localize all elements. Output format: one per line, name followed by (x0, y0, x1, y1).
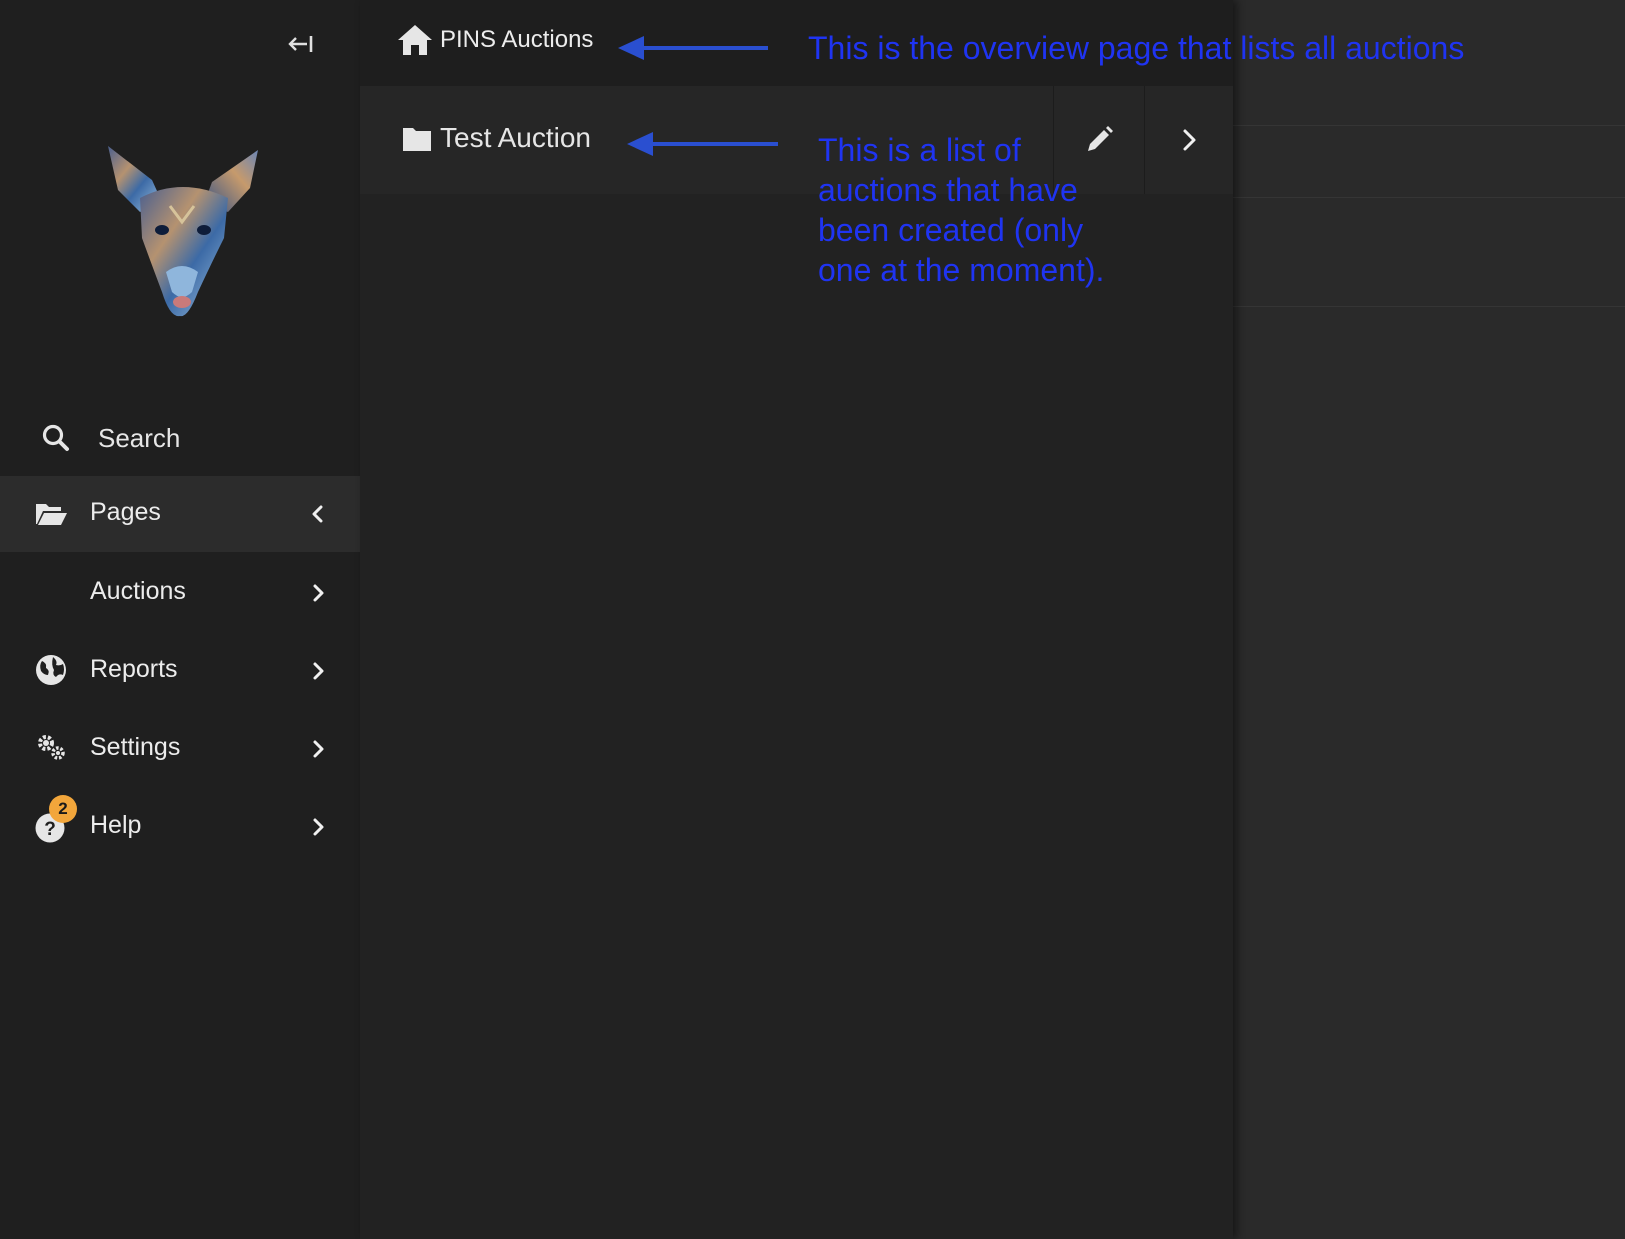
sidebar-item-label: Help (90, 811, 142, 839)
background-divider (1233, 125, 1625, 126)
annotation-arrow (627, 132, 778, 156)
sidebar-item-label: Reports (90, 655, 178, 683)
home-icon[interactable] (396, 22, 434, 58)
page-title[interactable]: PINS Auctions (440, 26, 593, 54)
annotation-arrow (618, 36, 768, 60)
collapse-sidebar-button[interactable] (280, 26, 320, 62)
folder-open-icon (36, 504, 67, 525)
gears-icon (38, 735, 65, 760)
sidebar-item-label: Settings (90, 733, 181, 761)
chevron-right-icon (313, 818, 324, 836)
background-divider (1233, 197, 1625, 198)
search-button[interactable]: Search (0, 400, 360, 476)
search-label: Search (98, 423, 181, 453)
auction-name[interactable]: Test Auction (440, 122, 591, 154)
collapse-left-icon (288, 36, 313, 52)
svg-text:?: ? (44, 819, 56, 840)
chevron-right-icon (313, 662, 324, 680)
annotation-overview: This is the overview page that lists all… (808, 30, 1465, 66)
dog-logo (108, 146, 258, 317)
background-divider (1233, 306, 1625, 307)
sidebar-item-label: Pages (90, 498, 161, 526)
folder-icon (403, 128, 431, 151)
sidebar-item-label: Auctions (90, 577, 186, 605)
help-notification-badge: 2 (49, 795, 77, 823)
open-auction-button[interactable] (1144, 86, 1233, 194)
app-root: Search Pages Auctions Reports Settings ?… (0, 0, 1625, 1239)
search-icon (42, 424, 69, 451)
globe-icon (36, 655, 66, 685)
sidebar: Search Pages Auctions Reports Settings ?… (0, 0, 360, 1239)
chevron-right-icon (313, 584, 324, 602)
sidebar-item-settings[interactable]: Settings (0, 711, 360, 787)
chevron-right-icon (1183, 129, 1195, 151)
annotation-list: This is a list of auctions that have bee… (818, 132, 1105, 288)
sidebar-item-reports[interactable]: Reports (0, 633, 360, 709)
chevron-right-icon (313, 740, 324, 758)
sidebar-item-auctions[interactable]: Auctions (0, 555, 360, 631)
sidebar-item-pages[interactable]: Pages (0, 476, 360, 552)
chevron-left-icon (312, 505, 323, 523)
